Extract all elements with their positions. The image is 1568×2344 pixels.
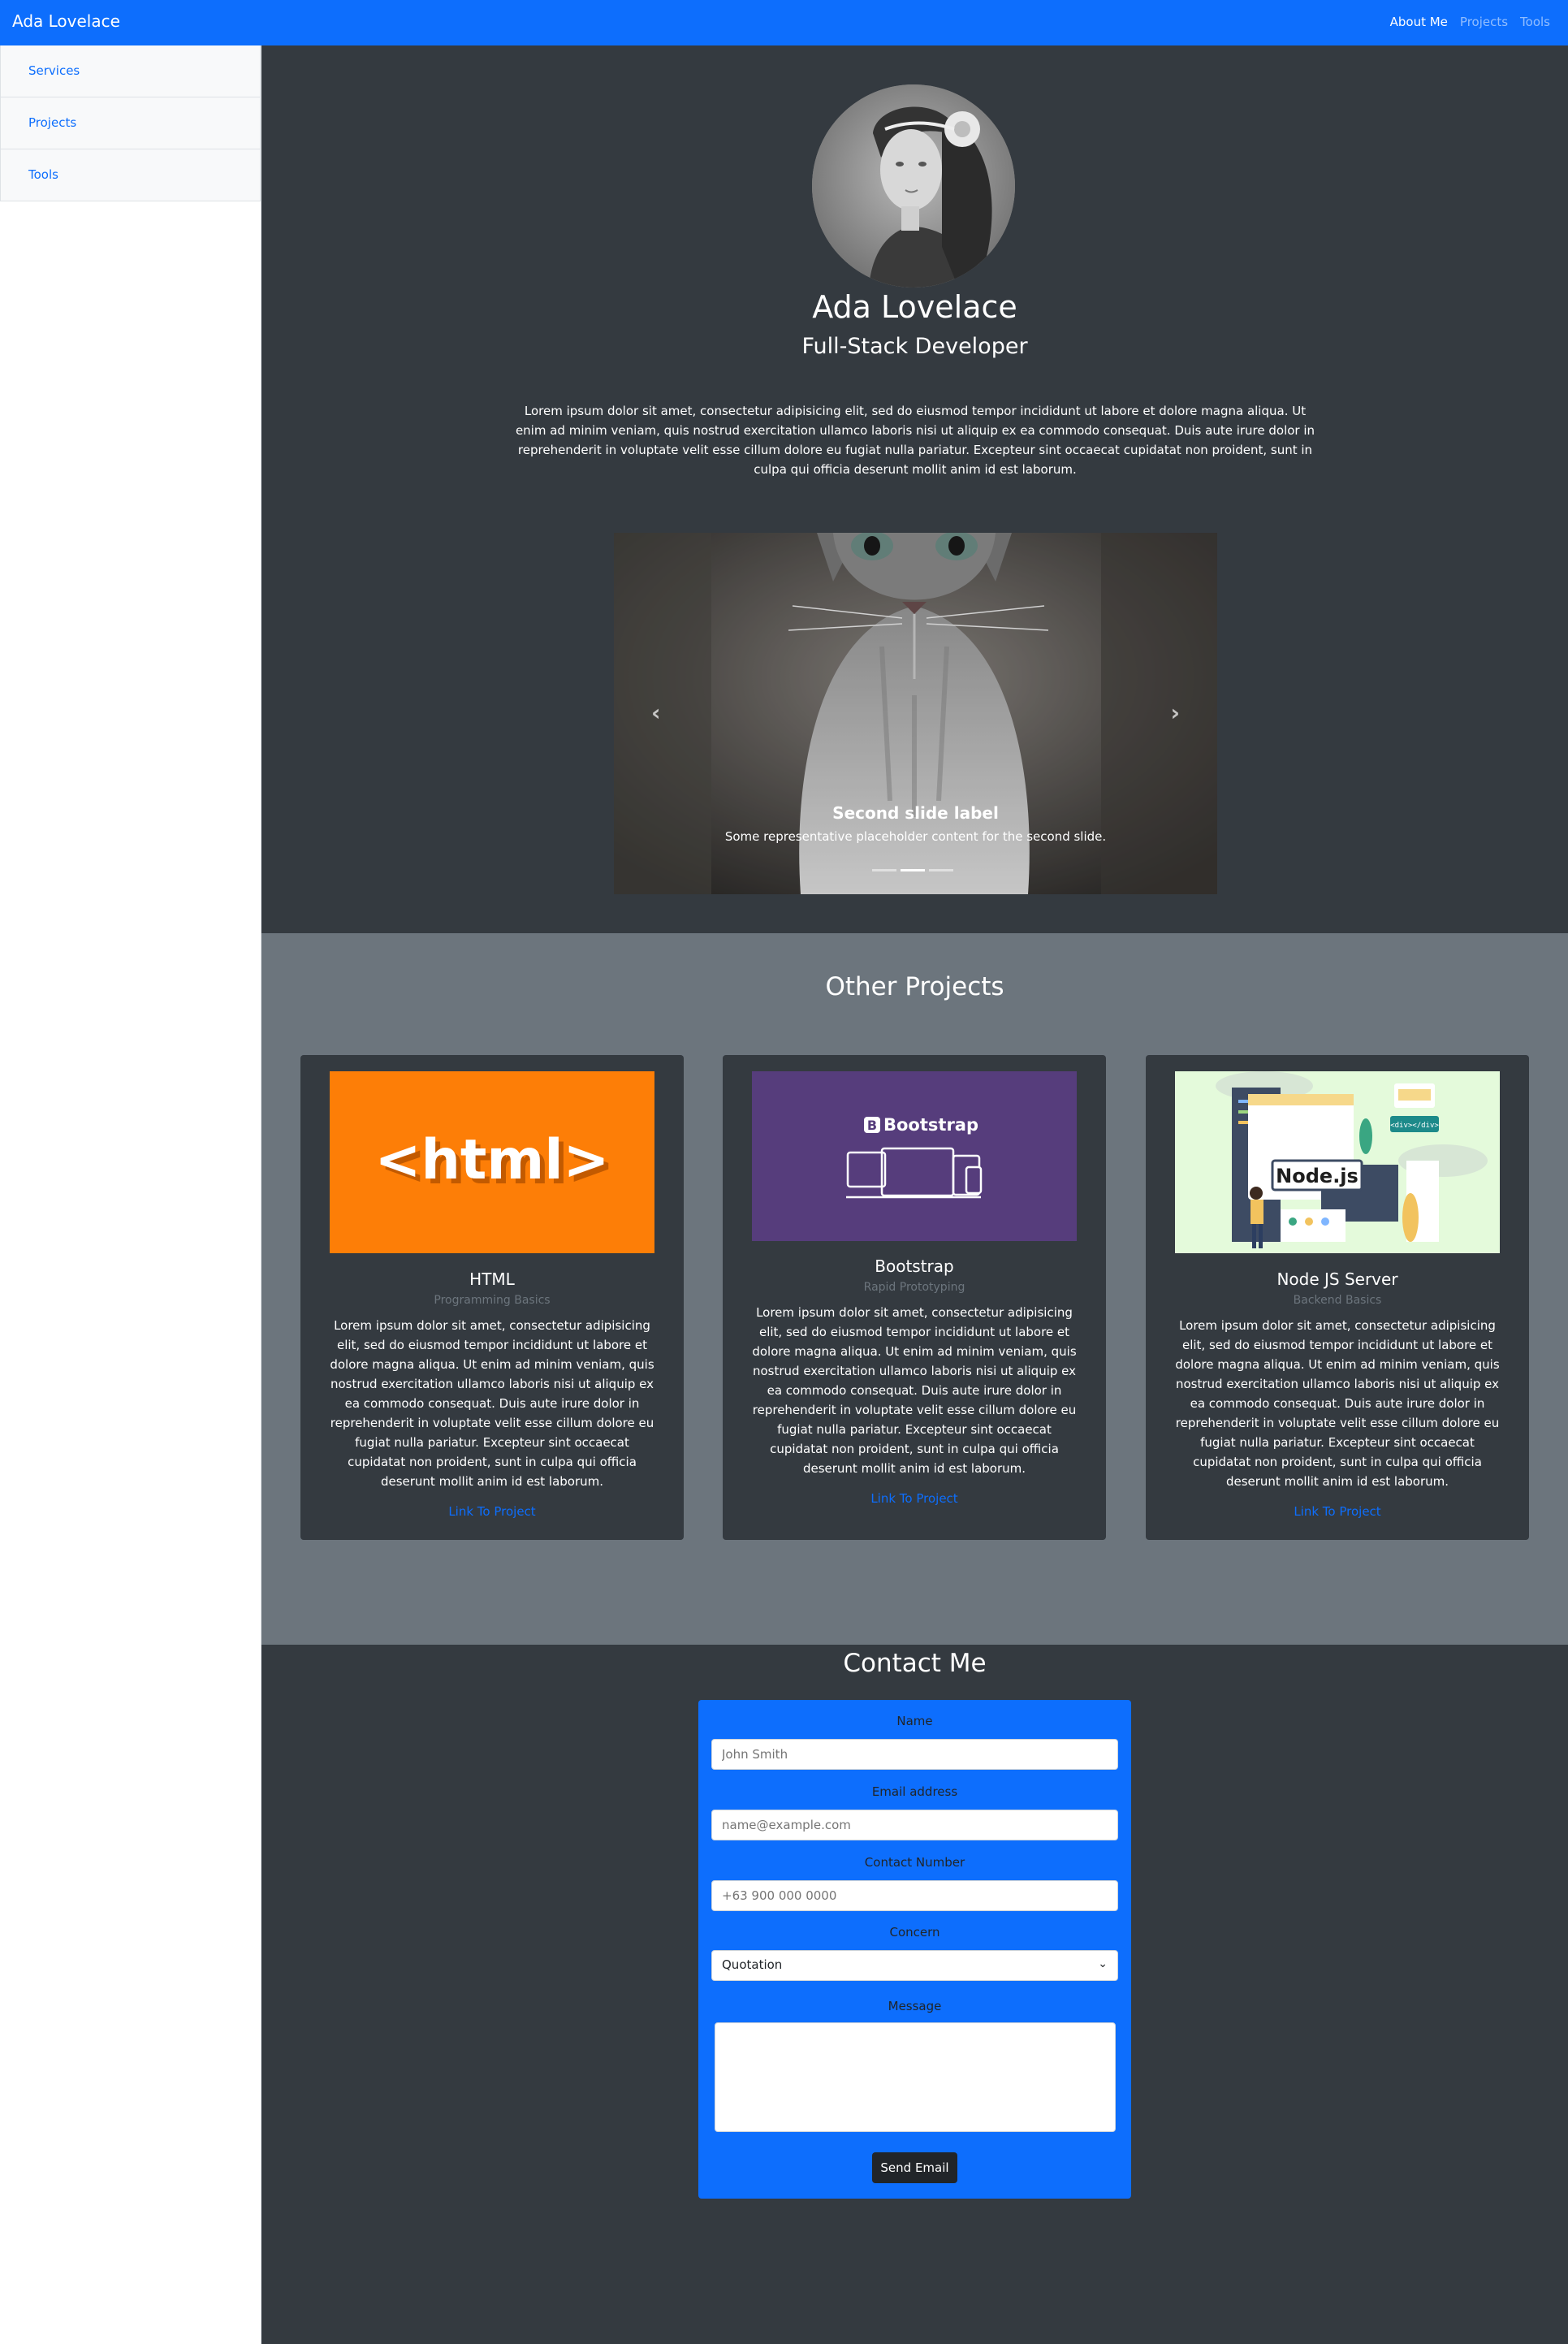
- name-label: Name: [896, 1714, 933, 1728]
- nav-link-projects[interactable]: Projects: [1460, 15, 1508, 29]
- project-card-bootstrap: B Bootstrap Bootstrap Rapid Prototyping …: [723, 1055, 1106, 1540]
- card-text: Lorem ipsum dolor sit amet, consectetur …: [752, 1305, 1077, 1476]
- card-subtitle: Programming Basics: [434, 1294, 551, 1307]
- nav-link-tools[interactable]: Tools: [1520, 15, 1550, 29]
- contact-heading: Contact Me: [843, 1649, 987, 1678]
- sidebar-item-projects[interactable]: Projects: [0, 97, 261, 149]
- bootstrap-logo-letter: B: [867, 1118, 877, 1133]
- navbar-brand[interactable]: Ada Lovelace: [12, 11, 120, 31]
- chevron-right-icon[interactable]: ›: [1170, 699, 1180, 726]
- carousel-indicator[interactable]: [929, 869, 953, 871]
- projects-section: Other Projects <html> <html> HTML Progra…: [261, 933, 1568, 1645]
- card-title: Node JS Server: [1276, 1269, 1398, 1289]
- card-image-bootstrap: B Bootstrap: [752, 1071, 1077, 1241]
- navbar: Ada Lovelace About Me Projects Tools: [0, 0, 1568, 45]
- message-textarea[interactable]: [715, 2022, 1116, 2132]
- carousel-indicator-active[interactable]: [901, 869, 925, 871]
- send-email-button[interactable]: Send Email: [872, 2152, 957, 2183]
- nav-link-about-me[interactable]: About Me: [1390, 15, 1448, 29]
- carousel-slide-title: Second slide label: [832, 803, 999, 823]
- card-text: Lorem ipsum dolor sit amet, consectetur …: [1175, 1318, 1500, 1489]
- card-link[interactable]: Link To Project: [723, 1491, 1106, 1506]
- message-label: Message: [888, 1999, 942, 2013]
- chevron-down-icon: ⌄: [1098, 1957, 1108, 1970]
- contact-section: Contact Me Name Email address Contact Nu…: [261, 1645, 1568, 2344]
- carousel-indicator[interactable]: [872, 869, 896, 871]
- contact-number-label: Contact Number: [864, 1855, 965, 1870]
- card-image-nodejs: Node.js <div></div>: [1175, 1071, 1500, 1253]
- contact-number-field[interactable]: [711, 1880, 1118, 1911]
- hero-bio: Lorem ipsum dolor sit amet, consectetur …: [515, 404, 1315, 477]
- email-label: Email address: [871, 1784, 958, 1799]
- concern-select[interactable]: Quotation ⌄: [711, 1950, 1118, 1981]
- card-link[interactable]: Link To Project: [300, 1504, 684, 1519]
- about-section: Ada Lovelace Full-Stack Developer Lorem …: [261, 45, 1568, 933]
- card-text: Lorem ipsum dolor sit amet, consectetur …: [330, 1318, 654, 1489]
- projects-heading: Other Projects: [825, 972, 1004, 1001]
- card-title: Bootstrap: [875, 1256, 954, 1276]
- chevron-left-icon[interactable]: ‹: [651, 699, 661, 726]
- project-card-nodejs: Node.js <div></div> Node JS Server Backe…: [1146, 1055, 1529, 1540]
- concern-label: Concern: [889, 1925, 940, 1940]
- sidebar: Services Projects Tools: [0, 45, 261, 2344]
- div-tag-badge: <div></div>: [1390, 1122, 1439, 1130]
- email-field[interactable]: [711, 1810, 1118, 1840]
- carousel-indicators: [872, 869, 953, 871]
- nav-links: About Me Projects Tools: [1390, 15, 1550, 29]
- html-logo-text: <html>: [374, 1128, 609, 1192]
- carousel-slide-text: Some representative placeholder content …: [724, 829, 1107, 844]
- portrait-image: [812, 84, 1015, 288]
- bootstrap-logo-text: Bootstrap: [883, 1115, 978, 1135]
- image-carousel: ‹ › Second slide label Some representati…: [614, 533, 1217, 894]
- card-subtitle: Rapid Prototyping: [863, 1281, 965, 1294]
- concern-selected-value: Quotation: [722, 1957, 783, 1972]
- card-title: HTML: [469, 1269, 515, 1289]
- sidebar-item-services[interactable]: Services: [0, 45, 261, 97]
- name-field[interactable]: [711, 1739, 1118, 1770]
- hero-role: Full-Stack Developer: [801, 334, 1028, 359]
- card-link[interactable]: Link To Project: [1146, 1504, 1529, 1519]
- nodejs-logo-text: Node.js: [1276, 1165, 1359, 1187]
- carousel-caption: Second slide label Some representative p…: [614, 803, 1217, 844]
- contact-form: Name Email address Contact Number Concer…: [698, 1700, 1131, 2199]
- project-card-html: <html> <html> HTML Programming Basics Lo…: [300, 1055, 684, 1540]
- hero-name: Ada Lovelace: [812, 289, 1017, 325]
- sidebar-item-tools[interactable]: Tools: [0, 149, 261, 201]
- card-subtitle: Backend Basics: [1293, 1294, 1382, 1307]
- card-image-html: <html> <html>: [330, 1071, 654, 1253]
- avatar: [812, 84, 1015, 288]
